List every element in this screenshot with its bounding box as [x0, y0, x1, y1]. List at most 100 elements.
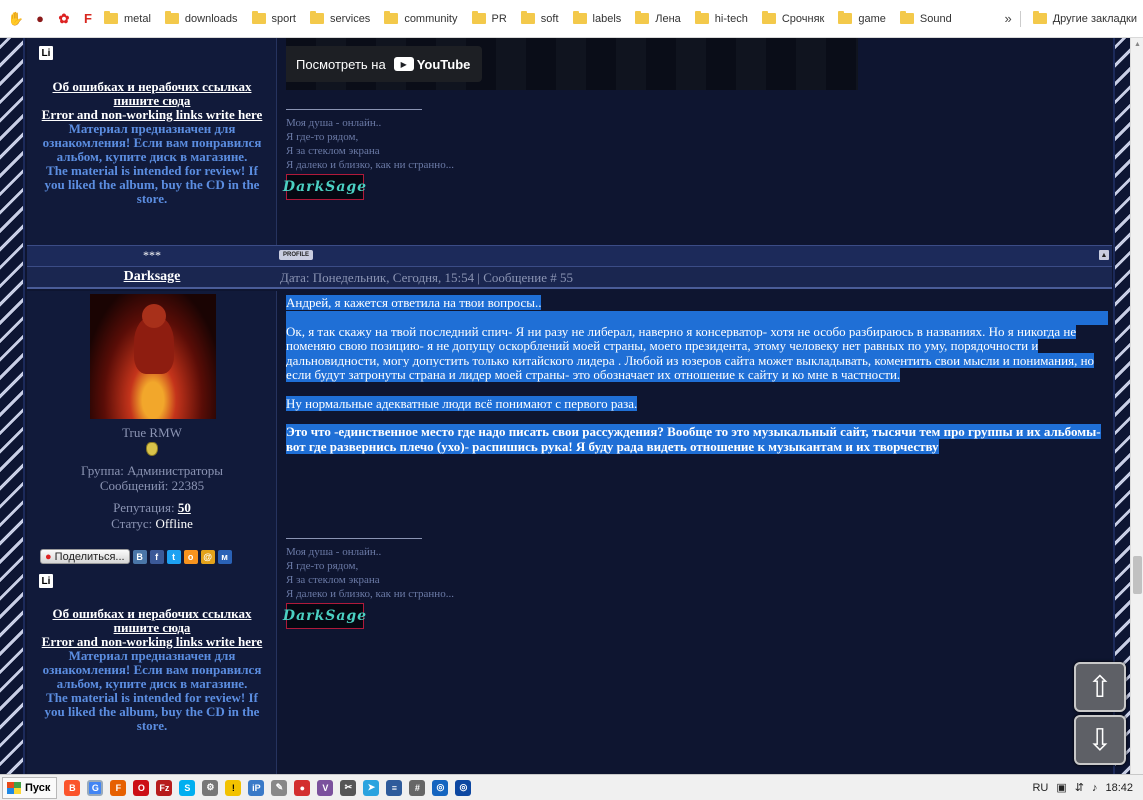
folder-icon: [899, 11, 914, 24]
other-bookmarks-label: Другие закладки: [1052, 12, 1137, 25]
profile-button[interactable]: PROFILE: [279, 250, 314, 260]
start-button[interactable]: Пуск: [2, 776, 58, 799]
bookmark-folder[interactable]: hi-tech: [691, 8, 754, 30]
signature-line: Моя душа - онлайн..: [286, 546, 382, 558]
bookmark-folder[interactable]: sport: [248, 8, 302, 30]
bookmark-label: metal: [124, 12, 151, 25]
vk-icon[interactable]: В: [132, 549, 147, 564]
folder-icon: [838, 11, 853, 24]
telegram-icon[interactable]: ➤: [363, 779, 380, 796]
post-paragraph-2-text: Ок, я так скажу на твой последний спич- …: [286, 323, 1095, 382]
watch-on-label: Посмотреть на: [296, 56, 386, 72]
twitter-icon[interactable]: t: [166, 549, 181, 564]
hand-cursor-icon[interactable]: ✋: [8, 11, 24, 27]
firefox-icon[interactable]: F: [110, 779, 127, 796]
tool-app-icon[interactable]: ✂: [340, 779, 357, 796]
signature: Моя душа - онлайн.. Я где-то рядом, Я за с…: [286, 116, 454, 172]
left-decorative-border: [0, 38, 25, 774]
ip-app-icon[interactable]: iP: [248, 779, 265, 796]
youtube-embed[interactable]: Посмотреть на ▶ YouTube: [286, 38, 858, 90]
errors-link-en[interactable]: Error and non-working links write here: [35, 635, 269, 649]
top-post-body: Посмотреть на ▶ YouTube Моя душа - онлай…: [278, 38, 1112, 245]
post-author-sidebar: True RMW Группа: Администраторы Сообщени…: [27, 291, 277, 774]
bookmark-folder[interactable]: game: [834, 8, 892, 30]
errors-link[interactable]: Об ошибках и нерабочих ссылках пишите сю…: [35, 80, 269, 108]
filezilla-icon[interactable]: Fz: [156, 779, 173, 796]
scroll-top-icon[interactable]: ▲: [1099, 250, 1109, 260]
scroll-up-button[interactable]: ⇧: [1074, 662, 1126, 712]
bookmark-folder[interactable]: Лена: [631, 8, 687, 30]
bookmark-folder[interactable]: Sound: [896, 8, 958, 30]
profile-label: PROFILE: [283, 252, 310, 258]
scroll-down-button[interactable]: ⇩: [1074, 715, 1126, 765]
avatar[interactable]: [90, 294, 216, 419]
scroll-thumb[interactable]: [1133, 556, 1142, 594]
youtube-play-icon: ▶: [393, 57, 414, 71]
post-body: Андрей, я кажется ответила на твои вопро…: [278, 291, 1112, 774]
bookmark-folder[interactable]: labels: [569, 8, 628, 30]
separator-stars: ***: [143, 248, 161, 262]
brave-icon[interactable]: B: [64, 779, 81, 796]
language-indicator[interactable]: RU: [1032, 782, 1048, 794]
bookmark-folder[interactable]: services: [306, 8, 376, 30]
youtube-brand: YouTube: [416, 56, 471, 72]
folder-icon: [164, 11, 179, 24]
odnoklassniki-icon[interactable]: о: [183, 549, 198, 564]
warning-app-icon[interactable]: !: [225, 779, 242, 796]
errors-link-en[interactable]: Error and non-working links write here: [35, 108, 269, 122]
bookmark-folder[interactable]: PR: [468, 8, 513, 30]
reputation-label: Репутация:: [113, 500, 175, 515]
more-bookmarks-button[interactable]: »: [1004, 11, 1011, 26]
chrome-icon[interactable]: G: [87, 779, 104, 796]
bookmark-folder[interactable]: metal: [100, 8, 157, 30]
media-app-icon[interactable]: ◎: [432, 779, 449, 796]
scroll-up-arrow-icon[interactable]: ▲: [1133, 40, 1142, 50]
bookmark-label: Sound: [919, 12, 952, 25]
bookmark-folder[interactable]: downloads: [161, 8, 244, 30]
signature-line: Я где-то рядом,: [286, 560, 359, 572]
gear-flower-icon[interactable]: ✿: [56, 11, 72, 27]
media-app-2-icon[interactable]: ◎: [455, 779, 472, 796]
folder-icon: [251, 11, 266, 24]
bookmark-label: downloads: [184, 12, 238, 25]
bookmark-site-icon[interactable]: ●: [32, 11, 48, 27]
post-header: Darksage Дата: Понедельник, Сегодня, 15:…: [27, 267, 1112, 289]
other-bookmarks-folder[interactable]: Другие закладки: [1029, 8, 1143, 30]
post-paragraph-3: Ну нормальные адекватные люди всё понима…: [286, 395, 1108, 412]
tray-icon[interactable]: ⇵: [1075, 781, 1084, 794]
calculator-icon[interactable]: #: [409, 779, 426, 796]
page-scrollbar[interactable]: ▲: [1130, 38, 1143, 774]
windows-logo-icon: [7, 781, 21, 794]
liveinternet-icon[interactable]: Li: [39, 46, 53, 60]
opera-icon[interactable]: O: [133, 779, 150, 796]
bookmark-folder[interactable]: community: [380, 8, 463, 30]
bookmark-folder[interactable]: Срочняк: [758, 8, 831, 30]
facebook-icon[interactable]: f: [149, 549, 164, 564]
f-logo-icon[interactable]: F: [80, 11, 96, 27]
clock[interactable]: 18:42: [1105, 782, 1133, 794]
record-app-icon[interactable]: ●: [294, 779, 311, 796]
gear-app-icon[interactable]: ⚙: [202, 779, 219, 796]
mailru-icon[interactable]: @: [200, 549, 215, 564]
volume-icon[interactable]: ♪: [1092, 782, 1098, 794]
myworld-icon[interactable]: м: [217, 549, 232, 564]
notepad-icon[interactable]: ✎: [271, 779, 288, 796]
viber-icon[interactable]: V: [317, 779, 334, 796]
share-button[interactable]: ● Поделиться...: [40, 549, 130, 564]
errors-link[interactable]: Об ошибках и нерабочих ссылках пишите сю…: [35, 607, 269, 635]
tray-icon[interactable]: ▣: [1056, 781, 1066, 794]
notice-en: The material is intended for review! If …: [44, 163, 260, 206]
post-separator: *** PROFILE ▲: [27, 245, 1112, 267]
skype-icon[interactable]: S: [179, 779, 196, 796]
liveinternet-icon[interactable]: Li: [39, 574, 53, 588]
reputation-link[interactable]: 50: [178, 500, 191, 515]
notice-ru: Материал предназначен для ознакомления! …: [42, 648, 262, 691]
network-app-icon[interactable]: ≡: [386, 779, 403, 796]
bookmark-folder[interactable]: soft: [517, 8, 565, 30]
post-author-link[interactable]: Darksage: [27, 269, 277, 285]
bookmark-label: soft: [540, 12, 559, 25]
folder-icon: [309, 11, 324, 24]
post-paragraph-1-text: Андрей, я кажется ответила на твои вопро…: [286, 295, 542, 310]
